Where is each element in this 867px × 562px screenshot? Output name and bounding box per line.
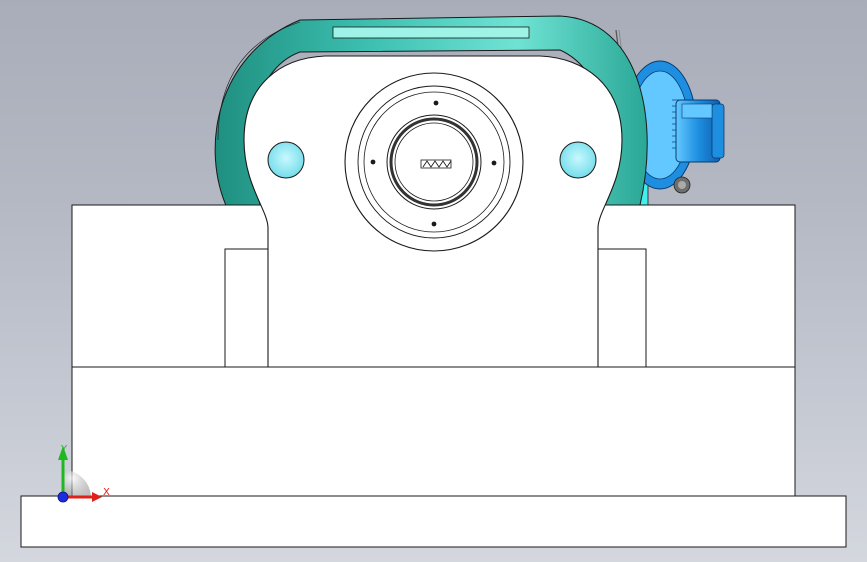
y-axis-label: Y <box>60 444 68 455</box>
guard-top-slot <box>332 26 530 39</box>
graphics-viewport[interactable]: Y X <box>0 0 867 562</box>
bearing-assembly[interactable] <box>344 72 524 252</box>
left-mount-hole[interactable] <box>267 141 305 179</box>
left-support-post[interactable] <box>224 248 269 368</box>
right-support-post[interactable] <box>597 248 647 368</box>
floor-plate[interactable] <box>20 495 847 548</box>
cad-model-view[interactable]: Y X <box>0 0 867 562</box>
terminal-box[interactable] <box>681 103 713 119</box>
lower-base-block[interactable] <box>71 366 796 498</box>
z-axis-dot <box>57 491 69 503</box>
x-axis-label: X <box>103 487 110 498</box>
motor-end-cap[interactable] <box>711 103 725 159</box>
right-mount-hole[interactable] <box>559 141 597 179</box>
